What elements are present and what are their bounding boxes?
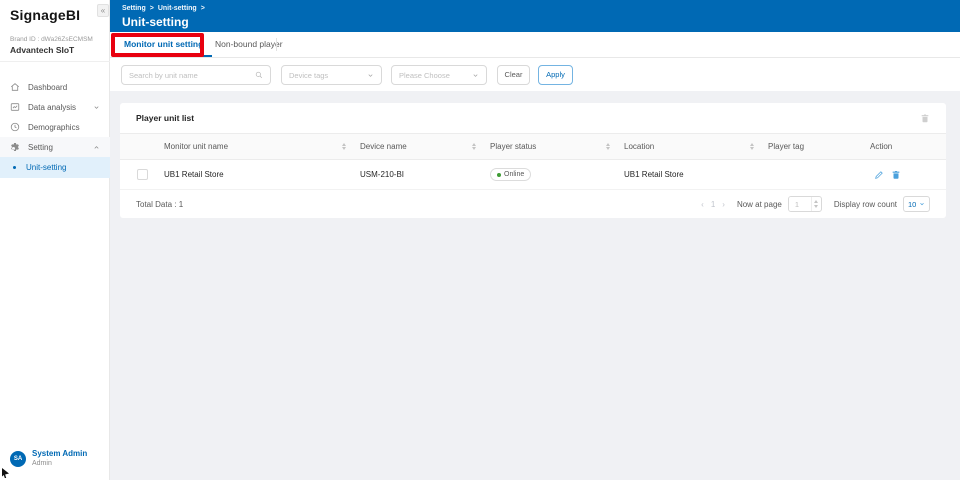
please-choose-select[interactable]: Please Choose [391, 65, 487, 85]
breadcrumb-separator: > [201, 5, 205, 12]
sidebar-item-label: Setting [28, 143, 53, 152]
column-location[interactable]: Location [620, 142, 764, 151]
chevron-up-icon [93, 144, 100, 151]
user-profile[interactable]: SA System Admin Admin [10, 449, 87, 468]
row-count-select[interactable]: 10 [903, 196, 930, 212]
sidebar-menu: Dashboard Data analysis Demographics Set… [0, 77, 110, 178]
card-title: Player unit list [136, 113, 194, 123]
edit-icon[interactable] [874, 170, 884, 180]
sidebar-item-dashboard[interactable]: Dashboard [0, 77, 110, 97]
search-icon [255, 71, 263, 79]
tab-divider [276, 38, 277, 51]
brand-name: Advantech SIoT [10, 45, 74, 55]
cell-monitor-unit-name: UB1 Retail Store [160, 170, 356, 179]
tab-non-bound-player[interactable]: Non-bound player [206, 32, 292, 57]
sort-icon[interactable] [750, 143, 754, 150]
clear-button[interactable]: Clear [497, 65, 530, 85]
page-header: Setting > Unit-setting > Unit-setting [110, 0, 960, 32]
prev-page-icon[interactable]: ‹ [701, 200, 704, 209]
device-tags-select[interactable]: Device tags [281, 65, 382, 85]
home-icon [10, 82, 20, 92]
card-header: Player unit list [120, 103, 946, 133]
main-content: Setting > Unit-setting > Unit-setting Mo… [110, 0, 960, 480]
column-monitor-unit-name[interactable]: Monitor unit name [160, 142, 356, 151]
stepper-up-icon[interactable] [814, 200, 818, 203]
bullet-dot-icon [13, 166, 16, 169]
chevron-down-icon [919, 201, 925, 207]
breadcrumb-setting[interactable]: Setting [122, 5, 146, 12]
bulk-delete-icon[interactable] [920, 113, 930, 124]
row-checkbox[interactable] [137, 169, 148, 180]
cell-player-status: Online [486, 168, 620, 181]
search-field[interactable] [121, 65, 271, 85]
sort-icon[interactable] [606, 143, 610, 150]
sidebar-item-unit-setting[interactable]: Unit-setting [0, 157, 110, 178]
sort-icon[interactable] [342, 143, 346, 150]
page-input[interactable] [789, 197, 811, 211]
sidebar-item-data-analysis[interactable]: Data analysis [0, 97, 110, 117]
column-player-tag: Player tag [764, 142, 866, 151]
brand-id: Brand ID : dWa26ZsECMSM [10, 36, 93, 43]
chevron-down-icon [367, 72, 374, 79]
sidebar-item-demographics[interactable]: Demographics [0, 117, 110, 137]
chevron-down-icon [93, 104, 100, 111]
device-tags-placeholder: Device tags [289, 71, 367, 80]
column-device-name[interactable]: Device name [356, 142, 486, 151]
breadcrumb: Setting > Unit-setting > [122, 5, 205, 12]
sort-icon[interactable] [472, 143, 476, 150]
sidebar-item-label: Demographics [28, 123, 80, 132]
avatar: SA [10, 451, 26, 467]
table-row: UB1 Retail Store USM-210-BI Online UB1 R… [120, 160, 946, 190]
table-footer: Total Data : 1 ‹ 1 › Now at page Display… [120, 190, 946, 218]
cell-device-name: USM-210-BI [356, 170, 486, 179]
player-unit-list-card: Player unit list Monitor unit name Devic… [120, 103, 946, 218]
row-checkbox-cell [120, 169, 160, 180]
page-number[interactable]: 1 [711, 200, 715, 209]
column-action: Action [866, 142, 946, 151]
cell-action [866, 170, 946, 180]
total-data-label: Total Data : 1 [136, 200, 183, 209]
now-at-page-label: Now at page [737, 200, 782, 209]
column-player-status[interactable]: Player status [486, 142, 620, 151]
row-count-value: 10 [908, 200, 916, 209]
status-badge: Online [490, 168, 531, 181]
delete-icon[interactable] [891, 170, 901, 180]
tab-monitor-unit-setting[interactable]: Monitor unit setting [115, 32, 212, 57]
breadcrumb-separator: > [150, 5, 154, 12]
page-stepper[interactable] [811, 197, 821, 211]
sidebar-item-label: Dashboard [28, 83, 67, 92]
search-input[interactable] [129, 71, 255, 80]
tab-bar: Monitor unit setting Non-bound player [110, 32, 960, 58]
sidebar-item-setting[interactable]: Setting [0, 137, 110, 157]
sidebar-divider [0, 61, 110, 62]
online-dot-icon [497, 173, 501, 177]
chart-icon [10, 102, 20, 112]
gear-icon [10, 142, 20, 152]
sidebar: SignageBI Brand ID : dWa26ZsECMSM Advant… [0, 0, 110, 480]
sidebar-collapse-button[interactable]: « [97, 4, 109, 17]
cell-location: UB1 Retail Store [620, 170, 764, 179]
table-header-row: Monitor unit name Device name Player sta… [120, 133, 946, 160]
page-title: Unit-setting [122, 15, 189, 29]
chevron-down-icon [472, 72, 479, 79]
user-name: System Admin [32, 449, 87, 459]
stepper-down-icon[interactable] [814, 205, 818, 208]
user-role: Admin [32, 459, 87, 468]
pagination: ‹ 1 › [701, 200, 725, 209]
clock-icon [10, 122, 20, 132]
app-logo: SignageBI [10, 7, 80, 23]
page-input-box[interactable] [788, 196, 822, 212]
please-choose-placeholder: Please Choose [399, 71, 472, 80]
breadcrumb-unit-setting[interactable]: Unit-setting [158, 5, 197, 12]
apply-button[interactable]: Apply [538, 65, 573, 85]
display-row-count-label: Display row count [834, 200, 897, 209]
sidebar-item-label: Data analysis [28, 103, 76, 112]
sidebar-subitem-label: Unit-setting [26, 163, 66, 172]
filter-bar: Device tags Please Choose Clear Apply [110, 58, 960, 91]
next-page-icon[interactable]: › [722, 200, 725, 209]
